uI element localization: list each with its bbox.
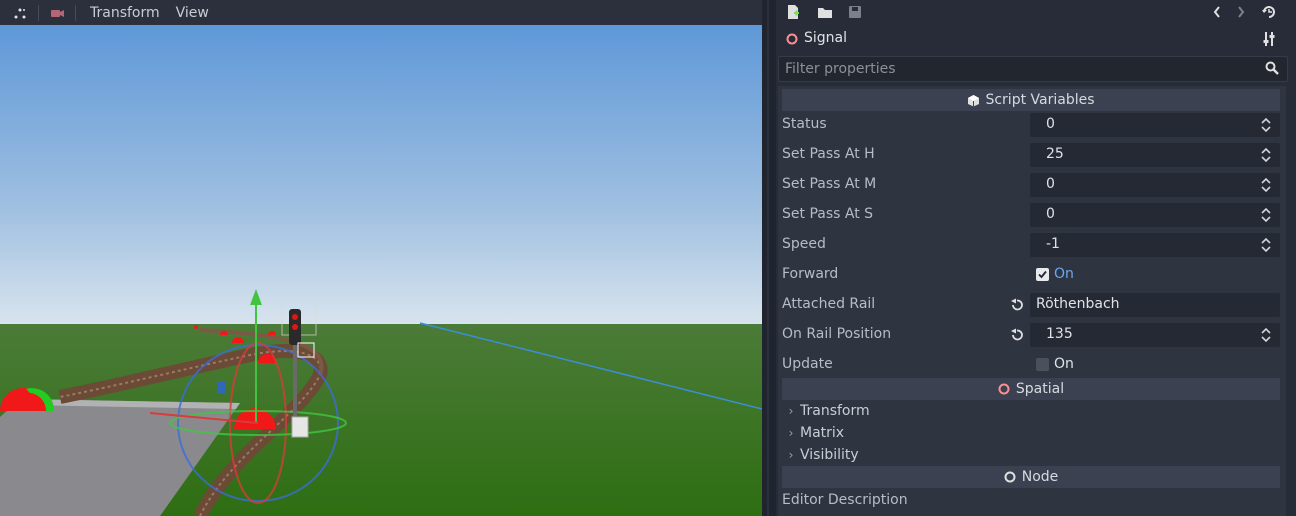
prop-speed: Speed -1 <box>778 230 1286 260</box>
prop-forward: Forward On <box>778 260 1286 290</box>
transform-menu[interactable]: Transform <box>82 5 168 21</box>
script-variables-section[interactable]: Script Variables <box>782 89 1280 111</box>
history-back-icon[interactable] <box>1206 2 1228 22</box>
forward-checkbox-label: On <box>1054 266 1074 282</box>
checked-checkbox-icon[interactable] <box>1036 268 1049 281</box>
spinner-icon[interactable] <box>1260 116 1272 134</box>
prop-status: Status 0 <box>778 110 1286 140</box>
prop-set-pass-at-h: Set Pass At H 25 <box>778 140 1286 170</box>
group-label: Visibility <box>800 447 859 463</box>
panel-splitter[interactable] <box>762 0 776 516</box>
prop-attached-rail: Attached Rail Röthenbach <box>778 290 1286 320</box>
history-list-icon[interactable] <box>1258 2 1280 22</box>
chevron-right-icon: › <box>788 448 794 462</box>
spinner-icon[interactable] <box>1260 206 1272 224</box>
prop-update: Update On <box>778 350 1286 380</box>
spinner-icon[interactable] <box>1260 236 1272 254</box>
viewport-toolbar: Transform View <box>0 0 762 25</box>
unchecked-checkbox-icon[interactable] <box>1036 358 1049 371</box>
prop-label: Forward <box>782 266 839 282</box>
group-label: Matrix <box>800 425 845 441</box>
history-forward-icon[interactable] <box>1230 2 1252 22</box>
prop-on-rail-position: On Rail Position 135 <box>778 320 1286 350</box>
spatial-label: Spatial <box>1015 381 1065 397</box>
prop-label: Set Pass At H <box>782 146 875 162</box>
prop-value: 0 <box>1046 116 1055 132</box>
forward-checkbox-field[interactable]: On <box>1030 263 1280 287</box>
small-cube <box>218 381 226 393</box>
prop-value: 25 <box>1046 146 1064 162</box>
spinner-icon[interactable] <box>1260 326 1272 344</box>
group-label: Transform <box>800 403 870 419</box>
prop-value: -1 <box>1046 236 1060 252</box>
group-matrix[interactable]: › Matrix <box>782 422 1280 444</box>
chevron-right-icon: › <box>788 404 794 418</box>
prop-set-pass-at-s: Set Pass At S 0 <box>778 200 1286 230</box>
save-icon[interactable] <box>844 2 866 22</box>
object-properties-icon[interactable] <box>1262 31 1276 51</box>
signal-node-icon <box>786 33 798 49</box>
spatial-section[interactable]: Spatial <box>782 378 1280 400</box>
node-section[interactable]: Node <box>782 466 1280 488</box>
toolbar-divider <box>38 4 39 21</box>
node-name[interactable]: Signal <box>804 30 847 46</box>
node-icon <box>1004 471 1016 483</box>
node-section-label: Node <box>1021 469 1059 485</box>
signal-lamp <box>292 324 298 330</box>
prop-value: Röthenbach <box>1036 296 1120 312</box>
open-folder-icon[interactable] <box>814 2 836 22</box>
spinner-icon[interactable] <box>1260 146 1272 164</box>
revert-icon[interactable] <box>1010 298 1024 316</box>
spinner-icon[interactable] <box>1260 176 1272 194</box>
filter-properties[interactable] <box>778 56 1288 82</box>
filter-properties-input[interactable] <box>779 57 1255 81</box>
prop-value: 0 <box>1046 176 1055 192</box>
update-checkbox-label: On <box>1054 356 1074 372</box>
new-resource-icon[interactable] <box>782 2 804 22</box>
3d-scene[interactable] <box>0 25 762 516</box>
prop-label: Attached Rail <box>782 296 876 312</box>
view-menu[interactable]: View <box>168 5 217 21</box>
group-visibility[interactable]: › Visibility <box>782 444 1280 466</box>
signal-box <box>291 416 309 438</box>
revert-icon[interactable] <box>1010 328 1024 346</box>
property-list: Script Variables Status 0 Set Pass At H … <box>778 86 1286 516</box>
prop-editor-description: Editor Description <box>778 486 1286 516</box>
marker-dot <box>194 325 198 329</box>
prop-label: Status <box>782 116 827 132</box>
on-rail-position-spinbox[interactable]: 135 <box>1030 323 1280 347</box>
prop-label: Update <box>782 356 833 372</box>
update-checkbox-field[interactable]: On <box>1030 353 1280 377</box>
inspector-toolbar <box>776 0 1296 25</box>
prop-label: On Rail Position <box>782 326 892 342</box>
snap-icon[interactable] <box>8 3 32 23</box>
prop-label: Speed <box>782 236 826 252</box>
prop-label: Editor Description <box>782 492 908 508</box>
attached-rail-field[interactable]: Röthenbach <box>1030 293 1280 317</box>
node-header: Signal <box>776 27 1296 51</box>
status-spinbox[interactable]: 0 <box>1030 113 1280 137</box>
3d-viewport[interactable]: Transform View <box>0 0 762 516</box>
search-icon <box>1265 61 1279 79</box>
script-cube-icon <box>967 94 980 107</box>
signal-lamp <box>292 314 298 320</box>
set-pass-at-m-spinbox[interactable]: 0 <box>1030 173 1280 197</box>
signal-mast <box>293 345 297 425</box>
set-pass-at-s-spinbox[interactable]: 0 <box>1030 203 1280 227</box>
inspector-panel: Signal Script Variables Status 0 S <box>776 0 1296 516</box>
sky <box>0 25 762 325</box>
set-pass-at-h-spinbox[interactable]: 25 <box>1030 143 1280 167</box>
prop-value: 135 <box>1046 326 1073 342</box>
camera-icon[interactable] <box>45 3 69 23</box>
group-transform[interactable]: › Transform <box>782 400 1280 422</box>
speed-spinbox[interactable]: -1 <box>1030 233 1280 257</box>
prop-label: Set Pass At S <box>782 206 874 222</box>
prop-value: 0 <box>1046 206 1055 222</box>
prop-set-pass-at-m: Set Pass At M 0 <box>778 170 1286 200</box>
script-variables-label: Script Variables <box>985 92 1095 108</box>
prop-label: Set Pass At M <box>782 176 877 192</box>
toolbar-divider <box>75 4 76 21</box>
chevron-right-icon: › <box>788 426 794 440</box>
spatial-node-icon <box>998 383 1010 395</box>
